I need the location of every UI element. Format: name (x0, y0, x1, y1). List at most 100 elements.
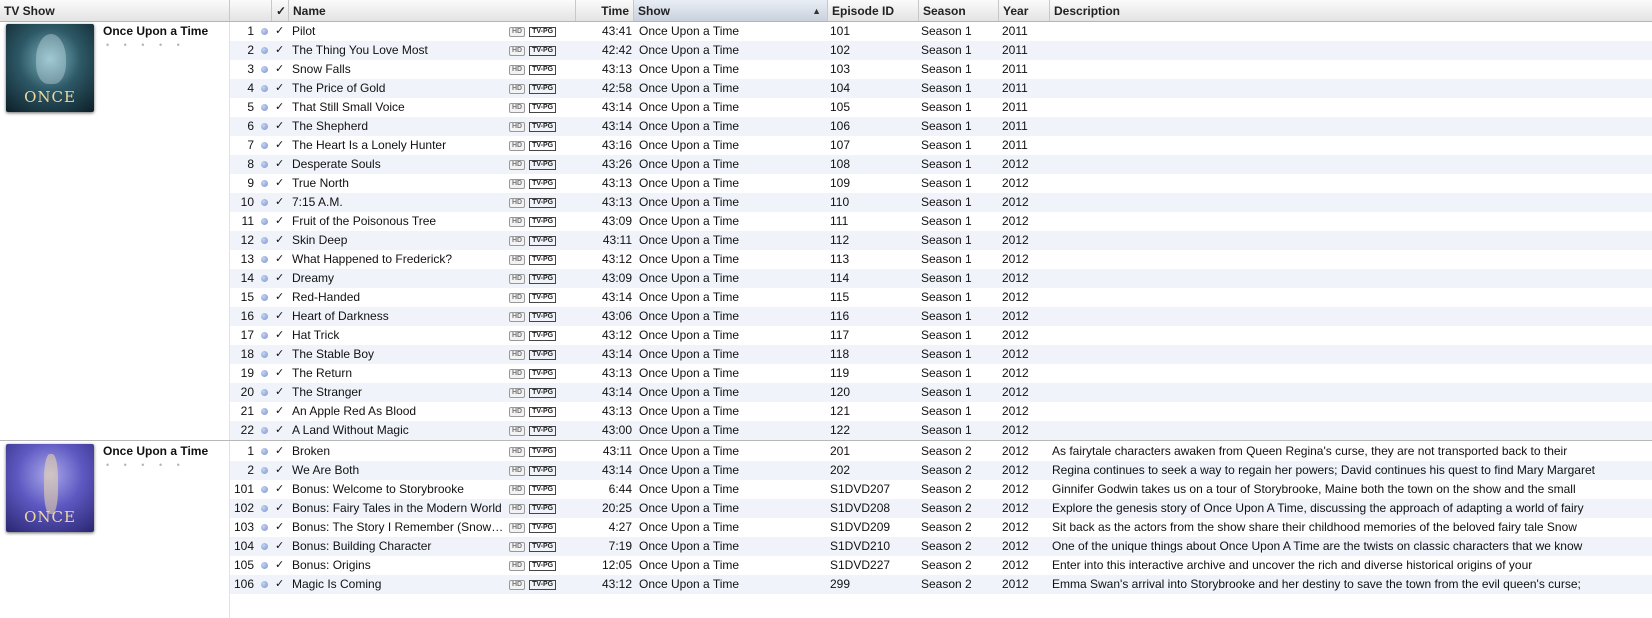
table-row[interactable]: 17 ✓ Hat Trick 43:12 Once Upon a Time 117 Seas… (230, 326, 1652, 345)
table-row[interactable]: 101 ✓ Bonus: Welcome to Storybrooke 6:44 Onc… (230, 480, 1652, 499)
hd-badge: HD (509, 159, 526, 170)
enabled-checkbox[interactable]: ✓ (275, 402, 285, 421)
hd-badge: HD (509, 560, 526, 571)
enabled-checkbox[interactable]: ✓ (275, 326, 285, 345)
episode-show: Once Upon a Time (639, 214, 740, 228)
table-row[interactable]: 20 ✓ The Stranger 43:14 Once Upon a Time 120 S… (230, 383, 1652, 402)
table-row[interactable]: 6 ✓ The Shepherd 43:14 Once Upon a Time 106 Se… (230, 117, 1652, 136)
enabled-checkbox[interactable]: ✓ (275, 250, 285, 269)
table-row[interactable]: 12 ✓ Skin Deep 43:11 Once Upon a Time 112 Seas… (230, 231, 1652, 250)
enabled-checkbox[interactable]: ✓ (275, 288, 285, 307)
enabled-checkbox[interactable]: ✓ (275, 364, 285, 383)
table-row[interactable]: 14 ✓ Dreamy 43:09 Once Upon a Time 114 Season … (230, 269, 1652, 288)
enabled-checkbox[interactable]: ✓ (275, 518, 285, 537)
episode-id: S1DVD227 (830, 558, 891, 572)
episode-season: Season 1 (921, 233, 972, 247)
table-row[interactable]: 15 ✓ Red-Handed 43:14 Once Upon a Time 115 Sea… (230, 288, 1652, 307)
episode-badges: HD TV-PG (509, 326, 579, 345)
enabled-checkbox[interactable]: ✓ (275, 22, 285, 41)
table-row[interactable]: 1 ✓ Broken 43:11 Once Upon a Time 201 Season 2… (230, 442, 1652, 461)
enabled-checkbox[interactable]: ✓ (275, 480, 285, 499)
table-row[interactable]: 8 ✓ Desperate Souls 43:26 Once Upon a Time 10… (230, 155, 1652, 174)
table-row[interactable]: 2 ✓ The Thing You Love Most 42:42 Once Upon … (230, 41, 1652, 60)
column-header-time[interactable]: Time (576, 0, 634, 21)
enabled-checkbox[interactable]: ✓ (275, 307, 285, 326)
table-row[interactable]: 3 ✓ Snow Falls 43:13 Once Upon a Time 103 Seas… (230, 60, 1652, 79)
enabled-checkbox[interactable]: ✓ (275, 98, 285, 117)
enabled-checkbox[interactable]: ✓ (275, 421, 285, 440)
unplayed-dot-icon (261, 562, 268, 569)
table-row[interactable]: 18 ✓ The Stable Boy 43:14 Once Upon a Time 11… (230, 345, 1652, 364)
episode-show: Once Upon a Time (639, 62, 740, 76)
episode-badges: HD TV-PG (509, 22, 579, 41)
table-row[interactable]: 4 ✓ The Price of Gold 42:58 Once Upon a Time… (230, 79, 1652, 98)
enabled-checkbox[interactable]: ✓ (275, 575, 285, 594)
episode-badges: HD TV-PG (509, 345, 579, 364)
enabled-checkbox[interactable]: ✓ (275, 442, 285, 461)
table-row[interactable]: 11 ✓ Fruit of the Poisonous Tree 43:09 Once … (230, 212, 1652, 231)
episode-show: Once Upon a Time (639, 119, 740, 133)
episode-id: S1DVD207 (830, 482, 891, 496)
show-artwork-season-1[interactable]: ONCE (6, 24, 94, 112)
star-rating-group-2[interactable]: • • • • • (106, 460, 186, 470)
column-header-check[interactable]: ✓ (272, 0, 289, 21)
table-row[interactable]: 7 ✓ The Heart Is a Lonely Hunter 43:16 Once … (230, 136, 1652, 155)
enabled-checkbox[interactable]: ✓ (275, 461, 285, 480)
column-header-year[interactable]: Year (999, 0, 1050, 21)
table-row[interactable]: 10 ✓ 7:15 A.M. 43:13 Once Upon a Time 110 Seas… (230, 193, 1652, 212)
enabled-checkbox[interactable]: ✓ (275, 212, 285, 231)
table-row[interactable]: 22 ✓ A Land Without Magic 43:00 Once Upon a … (230, 421, 1652, 440)
table-row[interactable]: 19 ✓ The Return 43:13 Once Upon a Time 119 Sea… (230, 364, 1652, 383)
table-row[interactable]: 1 ✓ Pilot 43:41 Once Upon a Time 101 Season 1 2… (230, 22, 1652, 41)
table-row[interactable]: 2 ✓ We Are Both 43:14 Once Upon a Time 202 Sea… (230, 461, 1652, 480)
column-header-tv-show[interactable]: TV Show (0, 0, 230, 21)
episode-show: Once Upon a Time (639, 271, 740, 285)
table-row[interactable]: 21 ✓ An Apple Red As Blood 43:13 Once Upon a… (230, 402, 1652, 421)
enabled-checkbox[interactable]: ✓ (275, 41, 285, 60)
episode-description: Explore the genesis story of Once Upon A… (1052, 501, 1584, 515)
enabled-checkbox[interactable]: ✓ (275, 556, 285, 575)
table-row[interactable]: 105 ✓ Bonus: Origins 12:05 Once Upon a Time S… (230, 556, 1652, 575)
enabled-checkbox[interactable]: ✓ (275, 136, 285, 155)
column-header-season[interactable]: Season (919, 0, 999, 21)
table-row[interactable]: 5 ✓ That Still Small Voice 43:14 Once Upon a… (230, 98, 1652, 117)
table-row[interactable]: 106 ✓ Magic Is Coming 43:12 Once Upon a Time… (230, 575, 1652, 594)
enabled-checkbox[interactable]: ✓ (275, 60, 285, 79)
table-row[interactable]: 16 ✓ Heart of Darkness 43:06 Once Upon a Tim… (230, 307, 1652, 326)
episode-year: 2012 (1002, 558, 1029, 572)
episode-time: 43:09 (601, 214, 632, 228)
enabled-checkbox[interactable]: ✓ (275, 79, 285, 98)
episode-badges: HD TV-PG (509, 442, 579, 461)
episode-season: Season 1 (921, 138, 972, 152)
content-rating-badge: TV-PG (529, 64, 557, 75)
column-header-name[interactable]: Name (289, 0, 576, 21)
star-rating-group-1[interactable]: • • • • • (106, 40, 186, 50)
column-header-show[interactable]: Show ▲ (634, 0, 828, 21)
table-row[interactable]: 104 ✓ Bonus: Building Character 7:19 Once Up… (230, 537, 1652, 556)
unplayed-dot-icon (261, 142, 268, 149)
enabled-checkbox[interactable]: ✓ (275, 231, 285, 250)
enabled-checkbox[interactable]: ✓ (275, 174, 285, 193)
column-header-description[interactable]: Description (1050, 0, 1652, 21)
episode-time: 43:14 (601, 385, 632, 399)
episode-badges: HD TV-PG (509, 480, 579, 499)
show-artwork-season-2[interactable]: ONCE (6, 444, 94, 532)
enabled-checkbox[interactable]: ✓ (275, 499, 285, 518)
enabled-checkbox[interactable]: ✓ (275, 155, 285, 174)
episode-year: 2012 (1002, 501, 1029, 515)
episode-show: Once Upon a Time (639, 309, 740, 323)
enabled-checkbox[interactable]: ✓ (275, 537, 285, 556)
table-row[interactable]: 9 ✓ True North 43:13 Once Upon a Time 109 Seas… (230, 174, 1652, 193)
enabled-checkbox[interactable]: ✓ (275, 269, 285, 288)
episode-time: 43:12 (601, 252, 632, 266)
episode-time: 43:16 (601, 138, 632, 152)
enabled-checkbox[interactable]: ✓ (275, 345, 285, 364)
table-row[interactable]: 103 ✓ Bonus: The Story I Remember (Snow… 4:… (230, 518, 1652, 537)
table-row[interactable]: 13 ✓ What Happened to Frederick? 43:12 Once … (230, 250, 1652, 269)
table-row[interactable]: 102 ✓ Bonus: Fairy Tales in the Modern Wor… (230, 499, 1652, 518)
enabled-checkbox[interactable]: ✓ (275, 117, 285, 136)
column-header-episode-id[interactable]: Episode ID (828, 0, 919, 21)
enabled-checkbox[interactable]: ✓ (275, 383, 285, 402)
column-header-spacer[interactable] (230, 0, 272, 21)
enabled-checkbox[interactable]: ✓ (275, 193, 285, 212)
